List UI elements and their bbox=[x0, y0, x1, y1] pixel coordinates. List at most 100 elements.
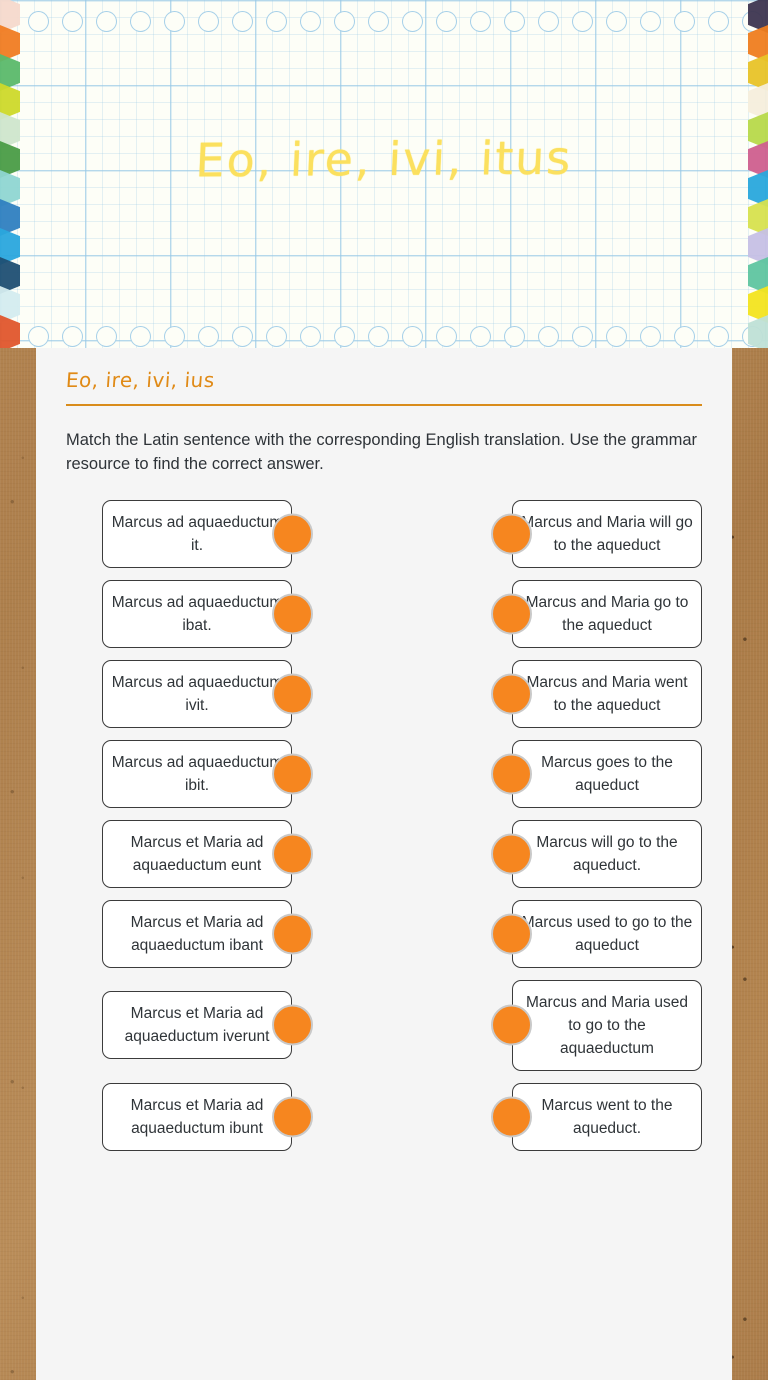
english-translation-box[interactable]: Marcus and Maria used to go to the aquae… bbox=[512, 979, 702, 1071]
match-connector-dot[interactable] bbox=[272, 673, 313, 714]
match-connector-dot[interactable] bbox=[491, 913, 532, 954]
punch-hole bbox=[232, 326, 253, 347]
match-row: Marcus et Maria ad aquaeductum ibunt Marc… bbox=[66, 1082, 702, 1151]
card-title: Eo, ire, ivi, ius bbox=[65, 368, 216, 392]
match-pair-left: Marcus et Maria ad aquaeductum ibunt bbox=[102, 1082, 313, 1151]
punch-hole bbox=[606, 11, 627, 32]
punch-hole bbox=[538, 11, 559, 32]
content-card: Eo, ire, ivi, ius Match the Latin senten… bbox=[36, 348, 732, 1380]
match-row: Marcus et Maria ad aquaeductum eunt Marcu… bbox=[66, 819, 702, 888]
punch-hole bbox=[402, 326, 423, 347]
instructions-text: Match the Latin sentence with the corres… bbox=[66, 430, 698, 473]
punch-hole bbox=[96, 326, 117, 347]
color-tab bbox=[748, 315, 768, 348]
match-pair-left: Marcus ad aquaeductum ivit. bbox=[102, 659, 313, 728]
match-connector-dot[interactable] bbox=[491, 593, 532, 634]
punch-hole bbox=[164, 11, 185, 32]
english-translation-box[interactable]: Marcus and Maria went to the aqueduct bbox=[512, 659, 702, 728]
latin-sentence-box[interactable]: Marcus et Maria ad aquaeductum eunt bbox=[102, 819, 292, 888]
punch-hole bbox=[402, 11, 423, 32]
punch-hole bbox=[470, 11, 491, 32]
latin-sentence-box[interactable]: Marcus et Maria ad aquaeductum ibant bbox=[102, 899, 292, 968]
latin-sentence-box[interactable]: Marcus et Maria ad aquaeductum iverunt bbox=[102, 991, 292, 1059]
match-pair-right: Marcus and Maria used to go to the aquae… bbox=[491, 979, 702, 1071]
match-row: Marcus et Maria ad aquaeductum iverunt Ma… bbox=[66, 979, 702, 1071]
match-pair-right: Marcus will go to the aqueduct. bbox=[491, 819, 702, 888]
color-tab bbox=[0, 315, 20, 348]
punch-hole bbox=[640, 11, 661, 32]
match-row: Marcus ad aquaeductum ibat. Marcus and Ma… bbox=[66, 579, 702, 648]
punch-hole bbox=[606, 326, 627, 347]
match-connector-dot[interactable] bbox=[272, 1004, 313, 1046]
punch-hole bbox=[708, 326, 729, 347]
latin-sentence-box[interactable]: Marcus ad aquaeductum it. bbox=[102, 499, 292, 568]
match-pair-right: Marcus and Maria went to the aqueduct bbox=[491, 659, 702, 728]
match-connector-dot[interactable] bbox=[491, 1096, 532, 1137]
punch-hole bbox=[708, 11, 729, 32]
match-connector-dot[interactable] bbox=[272, 593, 313, 634]
english-translation-box[interactable]: Marcus goes to the aqueduct bbox=[512, 739, 702, 808]
english-translation-box[interactable]: Marcus used to go to the aqueduct bbox=[512, 899, 702, 968]
matching-activity-grid: Marcus ad aquaeductum it. Marcus and Mari… bbox=[66, 499, 702, 1151]
punch-hole bbox=[368, 326, 389, 347]
latin-sentence-box[interactable]: Marcus ad aquaeductum ibat. bbox=[102, 579, 292, 648]
punch-hole bbox=[62, 11, 83, 32]
punch-hole bbox=[62, 326, 83, 347]
punch-hole bbox=[164, 326, 185, 347]
match-connector-dot[interactable] bbox=[272, 753, 313, 794]
punch-hole bbox=[266, 11, 287, 32]
punch-hole bbox=[368, 11, 389, 32]
match-pair-left: Marcus et Maria ad aquaeductum eunt bbox=[102, 819, 313, 888]
worksheet-title: Eo, ire, ivi, itus bbox=[194, 130, 574, 188]
punch-hole bbox=[436, 326, 457, 347]
punch-hole bbox=[674, 326, 695, 347]
match-connector-dot[interactable] bbox=[491, 1004, 532, 1046]
punch-hole bbox=[198, 326, 219, 347]
punch-hole-row-bottom bbox=[0, 326, 768, 348]
match-pair-right: Marcus goes to the aqueduct bbox=[491, 739, 702, 808]
latin-sentence-box[interactable]: Marcus ad aquaeductum ibit. bbox=[102, 739, 292, 808]
punch-hole bbox=[334, 11, 355, 32]
punch-hole bbox=[96, 11, 117, 32]
match-row: Marcus ad aquaeductum ivit. Marcus and Ma… bbox=[66, 659, 702, 728]
match-pair-left: Marcus et Maria ad aquaeductum iverunt bbox=[102, 991, 313, 1059]
match-pair-right: Marcus went to the aqueduct. bbox=[491, 1082, 702, 1151]
latin-sentence-box[interactable]: Marcus ad aquaeductum ivit. bbox=[102, 659, 292, 728]
match-pair-left: Marcus ad aquaeductum ibit. bbox=[102, 739, 313, 808]
punch-hole bbox=[572, 11, 593, 32]
match-connector-dot[interactable] bbox=[272, 1096, 313, 1137]
punch-hole bbox=[28, 11, 49, 32]
punch-hole bbox=[436, 11, 457, 32]
english-translation-box[interactable]: Marcus went to the aqueduct. bbox=[512, 1082, 702, 1151]
match-connector-dot[interactable] bbox=[272, 833, 313, 874]
header-banner: Eo, ire, ivi, itus bbox=[0, 0, 768, 348]
match-connector-dot[interactable] bbox=[491, 833, 532, 874]
punch-hole bbox=[266, 326, 287, 347]
match-pair-right: Marcus and Maria will go to the aqueduct bbox=[491, 499, 702, 568]
punch-hole bbox=[334, 326, 355, 347]
match-connector-dot[interactable] bbox=[272, 913, 313, 954]
punch-hole bbox=[674, 11, 695, 32]
match-row: Marcus et Maria ad aquaeductum ibant Marc… bbox=[66, 899, 702, 968]
match-row: Marcus ad aquaeductum it. Marcus and Mari… bbox=[66, 499, 702, 568]
title-divider bbox=[66, 404, 702, 406]
match-connector-dot[interactable] bbox=[491, 513, 532, 554]
match-connector-dot[interactable] bbox=[491, 753, 532, 794]
english-translation-box[interactable]: Marcus and Maria will go to the aqueduct bbox=[512, 499, 702, 568]
punch-hole bbox=[504, 11, 525, 32]
match-row: Marcus ad aquaeductum ibit. Marcus goes t… bbox=[66, 739, 702, 808]
punch-hole bbox=[300, 11, 321, 32]
punch-hole bbox=[572, 326, 593, 347]
match-pair-left: Marcus et Maria ad aquaeductum ibant bbox=[102, 899, 313, 968]
punch-hole bbox=[130, 326, 151, 347]
match-connector-dot[interactable] bbox=[272, 513, 313, 554]
punch-hole bbox=[470, 326, 491, 347]
match-pair-left: Marcus ad aquaeductum it. bbox=[102, 499, 313, 568]
english-translation-box[interactable]: Marcus will go to the aqueduct. bbox=[512, 819, 702, 888]
english-translation-box[interactable]: Marcus and Maria go to the aqueduct bbox=[512, 579, 702, 648]
punch-hole bbox=[504, 326, 525, 347]
punch-hole bbox=[538, 326, 559, 347]
latin-sentence-box[interactable]: Marcus et Maria ad aquaeductum ibunt bbox=[102, 1082, 292, 1151]
match-connector-dot[interactable] bbox=[491, 673, 532, 714]
punch-hole bbox=[130, 11, 151, 32]
